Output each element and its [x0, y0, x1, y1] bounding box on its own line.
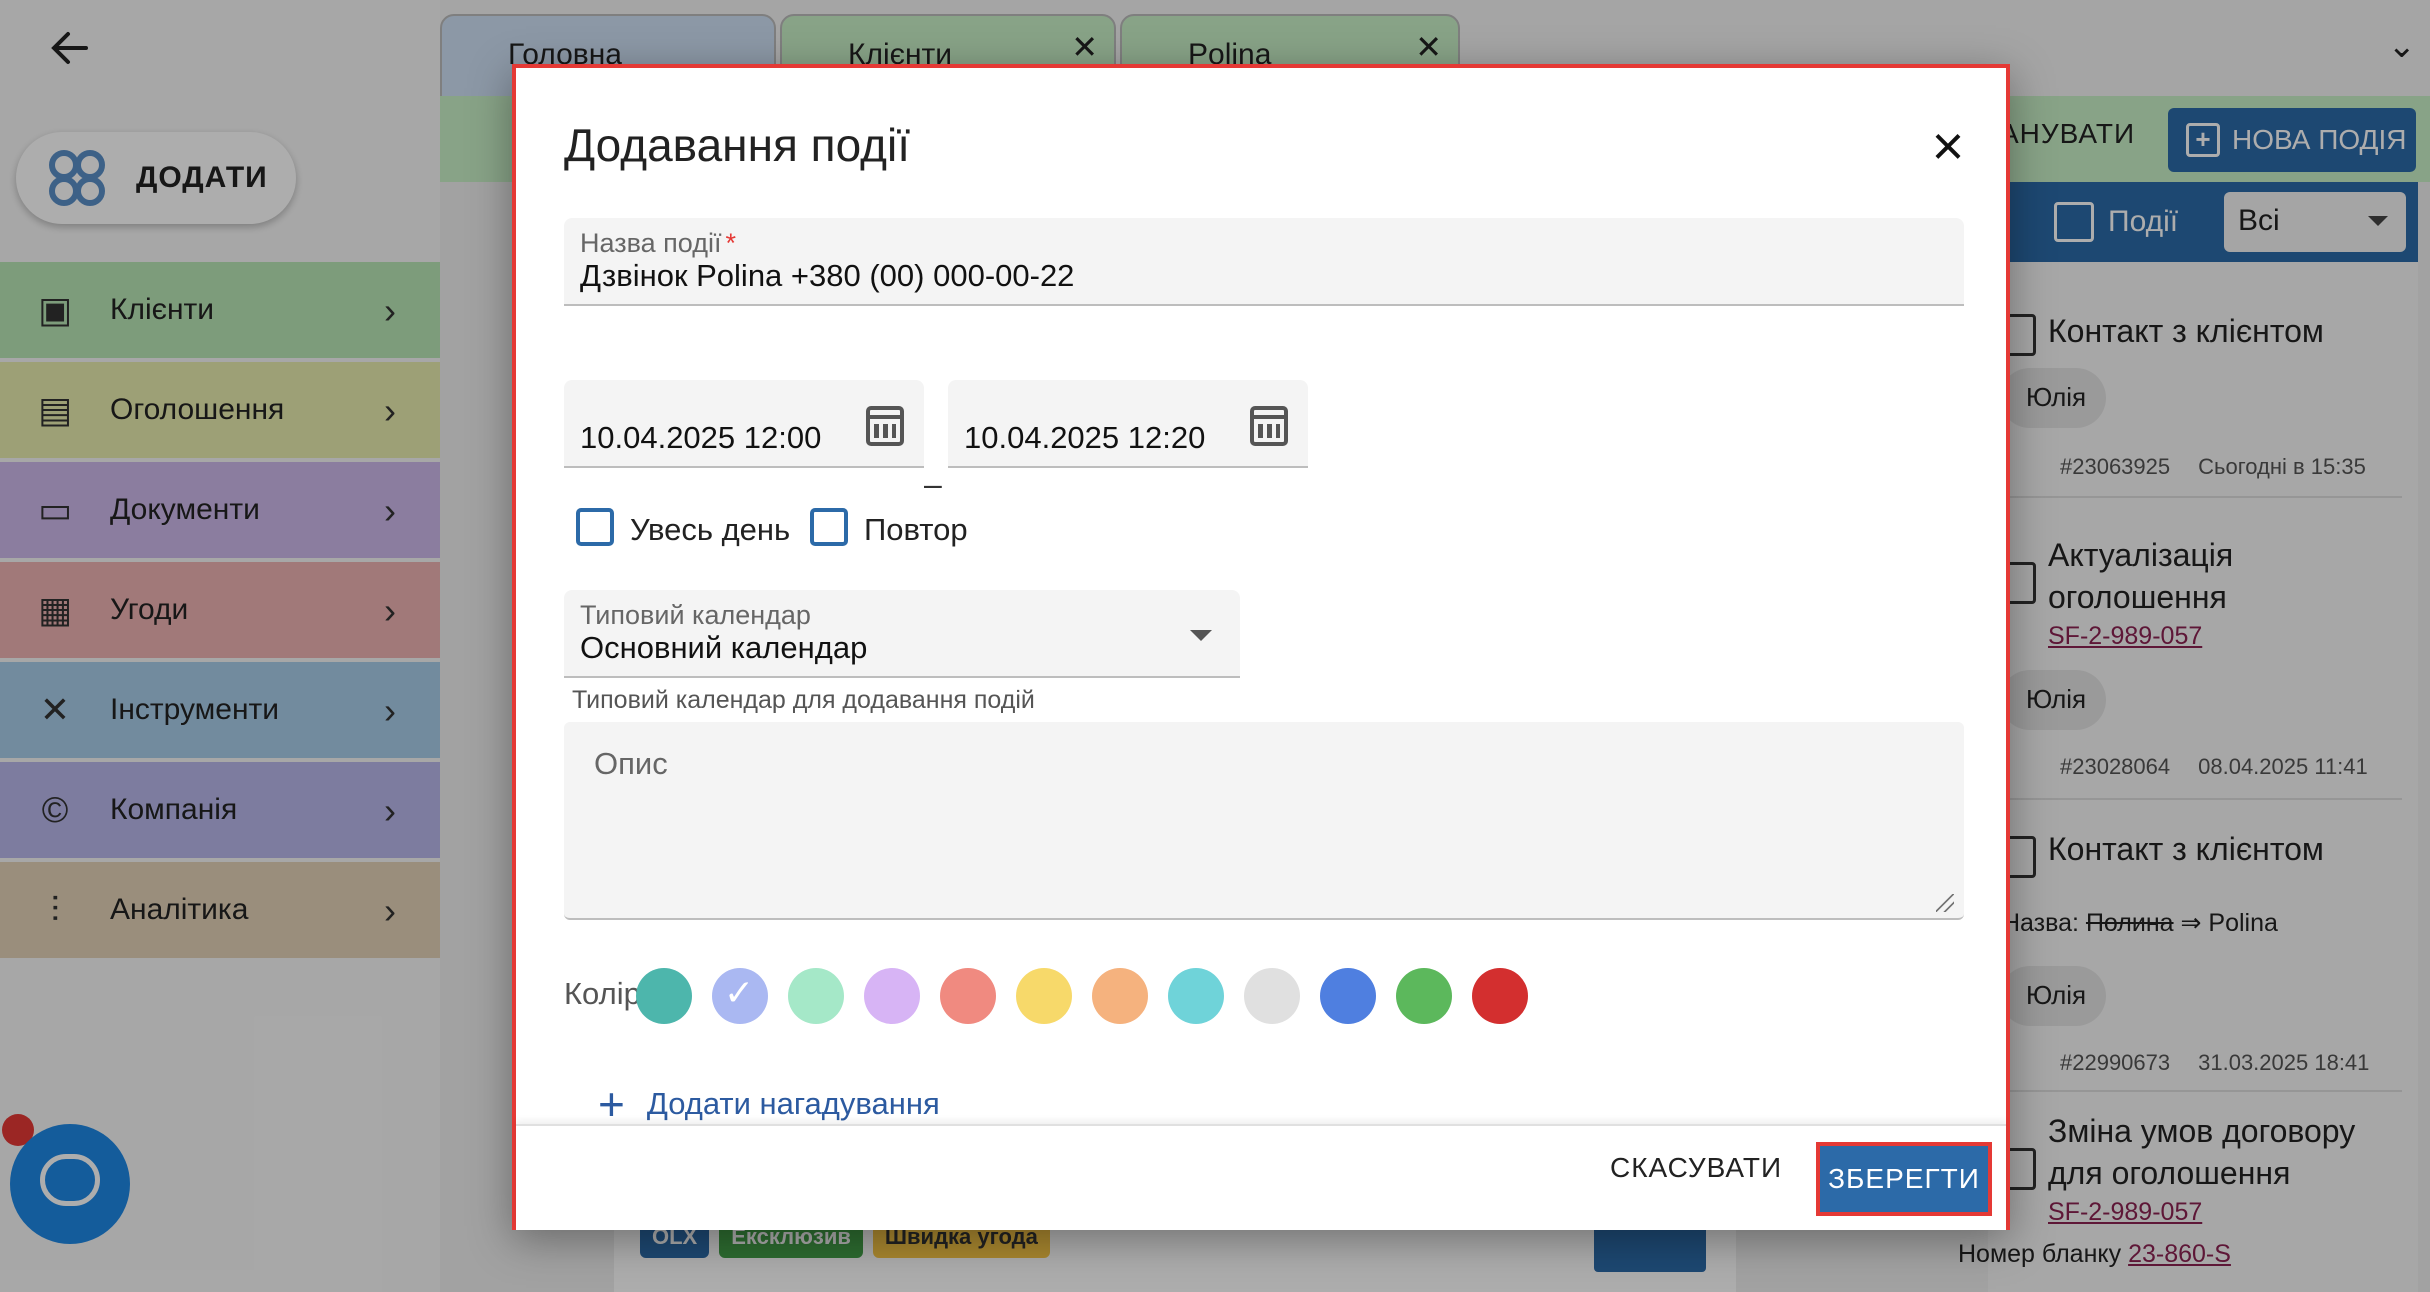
- event-name-label: Назва події *: [580, 228, 736, 259]
- calendar-select-label: Типовий календар: [580, 600, 811, 630]
- color-swatch[interactable]: [1244, 968, 1300, 1024]
- dialog-title: Додавання події: [564, 119, 910, 171]
- label-text: Назва події: [580, 228, 722, 258]
- add-reminder-button[interactable]: + Додати нагадування: [598, 1078, 940, 1130]
- plus-icon: +: [598, 1078, 625, 1130]
- description-placeholder: Опис: [594, 746, 668, 781]
- repeat-label: Повтор: [864, 512, 968, 547]
- calendar-icon[interactable]: [1250, 406, 1288, 446]
- color-swatch[interactable]: [1092, 968, 1148, 1024]
- add-reminder-label: Додати нагадування: [646, 1086, 940, 1121]
- color-swatch[interactable]: [864, 968, 920, 1024]
- resize-handle[interactable]: [1936, 894, 1954, 912]
- all-day-checkbox[interactable]: [576, 508, 614, 546]
- required-mark: *: [725, 228, 736, 258]
- cancel-button[interactable]: СКАСУВАТИ: [1610, 1152, 1782, 1184]
- color-swatch[interactable]: [636, 968, 692, 1024]
- color-swatch[interactable]: [1320, 968, 1376, 1024]
- all-day-label: Увесь день: [630, 512, 791, 547]
- color-swatch[interactable]: [940, 968, 996, 1024]
- color-swatch[interactable]: [788, 968, 844, 1024]
- description-textarea[interactable]: Опис: [564, 722, 1964, 920]
- calendar-select[interactable]: Типовий календар Основний календар: [564, 590, 1240, 678]
- repeat-checkbox[interactable]: [810, 508, 848, 546]
- event-name-value: Дзвінок Polina +380 (00) 000-00-22: [580, 258, 1075, 293]
- color-swatch[interactable]: [712, 968, 768, 1024]
- close-icon[interactable]: ×: [1920, 118, 1976, 176]
- range-dash: –: [924, 466, 942, 502]
- color-swatch[interactable]: [1472, 968, 1528, 1024]
- end-datetime-value: 10.04.2025 12:20: [964, 420, 1206, 455]
- color-swatch[interactable]: [1168, 968, 1224, 1024]
- start-datetime-field[interactable]: 10.04.2025 12:00: [564, 380, 924, 468]
- save-button[interactable]: ЗБЕРЕГТИ: [1816, 1142, 1992, 1216]
- dialog-footer: [516, 1124, 2006, 1230]
- calendar-select-hint: Типовий календар для додавання подій: [572, 686, 1035, 714]
- end-datetime-field[interactable]: 10.04.2025 12:20: [948, 380, 1308, 468]
- calendar-icon[interactable]: [866, 406, 904, 446]
- calendar-select-value: Основний календар: [580, 630, 868, 665]
- dropdown-arrow-icon: [1190, 630, 1212, 641]
- color-swatch[interactable]: [1016, 968, 1072, 1024]
- add-event-dialog: Додавання події × Назва події * Дзвінок P…: [512, 64, 2010, 1230]
- event-name-field[interactable]: Назва події * Дзвінок Polina +380 (00) 00…: [564, 218, 1964, 306]
- color-swatch[interactable]: [1396, 968, 1452, 1024]
- start-datetime-value: 10.04.2025 12:00: [580, 420, 822, 455]
